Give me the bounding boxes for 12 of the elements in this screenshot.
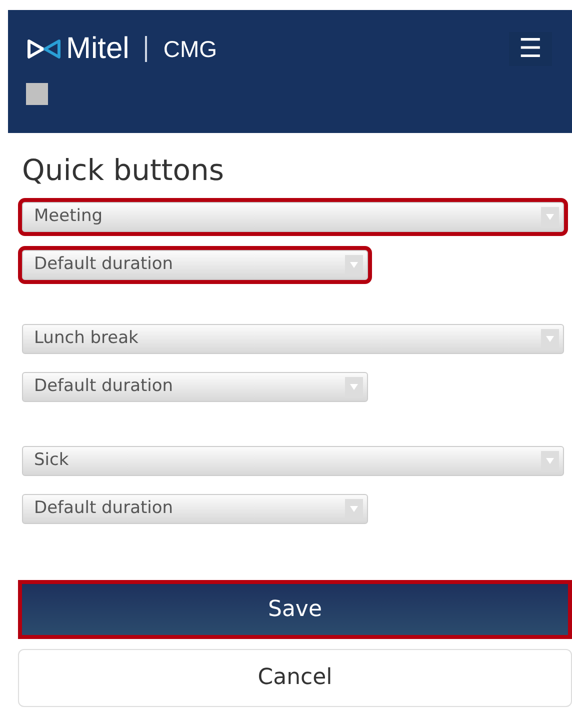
menu-button[interactable]: ☰ — [508, 32, 552, 66]
save-button[interactable]: Save — [18, 580, 572, 639]
logo-icon — [26, 37, 62, 62]
brand-name: Mitel — [66, 34, 130, 64]
duration-dropdown[interactable]: Default duration — [22, 494, 368, 524]
cancel-button[interactable]: Cancel — [18, 648, 572, 707]
duration-dropdown[interactable]: Default duration — [22, 372, 368, 402]
status-dropdown[interactable]: Lunch break — [22, 324, 564, 354]
status-dropdown[interactable]: Sick — [22, 446, 564, 476]
page-title: Quick buttons — [22, 153, 225, 188]
placeholder-square-icon — [26, 82, 48, 104]
product-name: CMG — [163, 35, 218, 64]
